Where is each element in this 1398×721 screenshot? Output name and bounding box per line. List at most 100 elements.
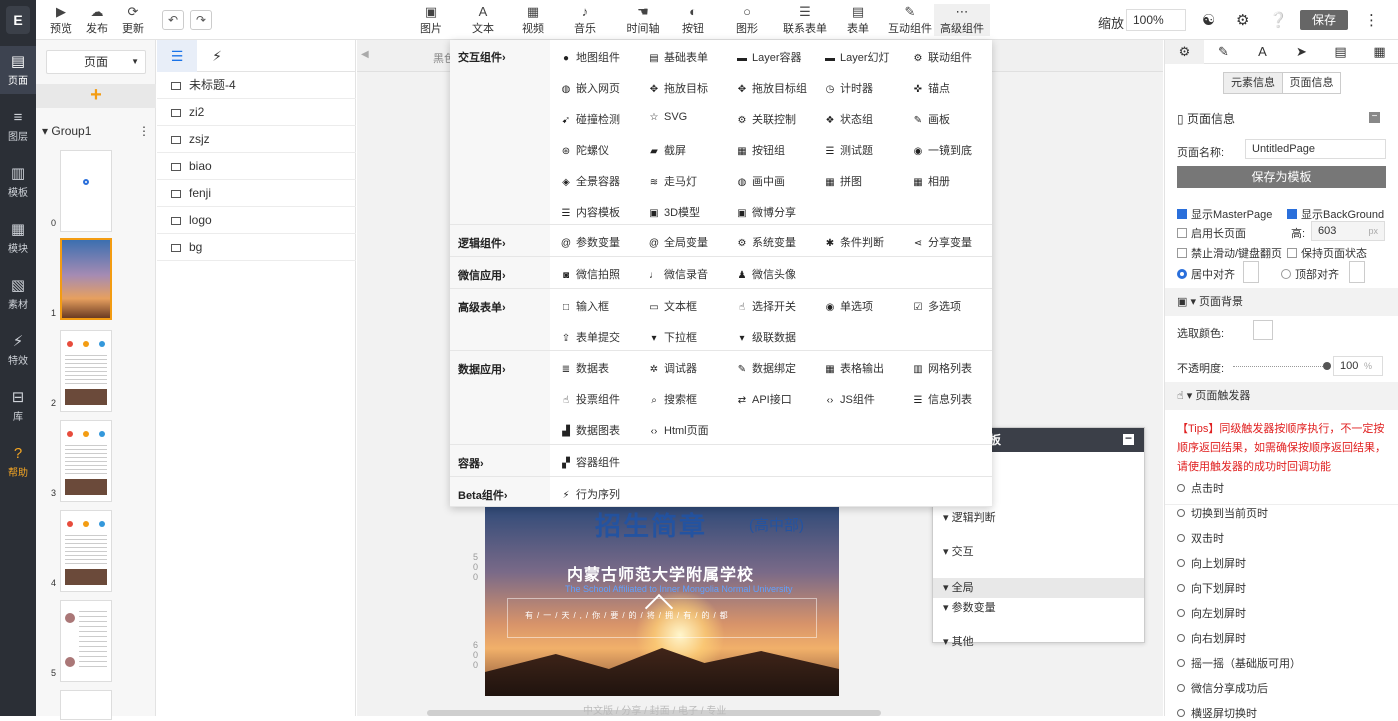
group-header[interactable]: ▾ Group1 ⋮ bbox=[42, 124, 150, 138]
properties-tab[interactable]: ➤ bbox=[1282, 40, 1321, 64]
trigger-group-row[interactable]: ▾ 其他 bbox=[933, 632, 1144, 652]
component-collision[interactable]: ➹ 碰撞检测 bbox=[560, 111, 620, 127]
component-upload[interactable]: ⇪ 表单提交 bbox=[560, 329, 620, 345]
component-radio[interactable]: ◉ 单选项 bbox=[824, 298, 873, 314]
component-marquee[interactable]: ≋ 走马灯 bbox=[648, 173, 697, 189]
page-background-section[interactable]: ▣ ▾ 页面背景 bbox=[1165, 288, 1398, 316]
page-thumbnail[interactable] bbox=[60, 420, 112, 502]
layer-item[interactable]: bg bbox=[157, 234, 356, 261]
trigger-event-item[interactable]: 切换到当前页时 bbox=[1177, 505, 1268, 521]
dropdown-category[interactable]: 容器› bbox=[458, 455, 484, 471]
component-cube[interactable]: ▣ 3D模型 bbox=[648, 204, 700, 220]
tool-button[interactable]: ◐ 按钮 bbox=[678, 4, 708, 36]
component-move[interactable]: ✥ 拖放目标 bbox=[648, 80, 708, 96]
component-wrench[interactable]: ✎ 数据绑定 bbox=[736, 360, 796, 376]
component-asterisk[interactable]: ✱ 条件判断 bbox=[824, 234, 884, 250]
color-swatch[interactable] bbox=[1253, 320, 1273, 340]
component-list[interactable]: ☰ 内容模板 bbox=[560, 204, 620, 220]
tool-timeline[interactable]: ☚ 时间轴 bbox=[622, 4, 664, 36]
trigger-group-row[interactable]: ▾ 逻辑判断 bbox=[933, 508, 1144, 528]
component-columns[interactable]: ▥ 网格列表 bbox=[912, 360, 972, 376]
properties-tab[interactable]: ▦ bbox=[1360, 40, 1398, 64]
minimize-icon[interactable]: − bbox=[1123, 432, 1134, 445]
show-background-checkbox[interactable]: 显示BackGround bbox=[1287, 206, 1384, 222]
layer-item[interactable]: zi2 bbox=[157, 99, 356, 126]
trigger-event-item[interactable]: 双击时 bbox=[1177, 530, 1224, 546]
dropdown-category[interactable]: 高级表单› bbox=[458, 299, 506, 315]
component-camera[interactable]: ◙ 微信拍照 bbox=[560, 266, 620, 282]
component-map-pin[interactable]: ● 地图组件 bbox=[560, 49, 620, 65]
component-pip[interactable]: ◍ 画中画 bbox=[736, 173, 785, 189]
layer-item[interactable]: 未标题-4 bbox=[157, 72, 356, 99]
component-quiz[interactable]: ☰ 测试题 bbox=[824, 142, 873, 158]
dropdown-category[interactable]: 交互组件› bbox=[458, 49, 506, 65]
collapse-arrow-icon[interactable]: ◀ bbox=[361, 49, 369, 60]
zoom-input[interactable]: 100% bbox=[1126, 9, 1186, 31]
more-vertical-icon[interactable]: ⋮ bbox=[1364, 11, 1379, 29]
page-name-input[interactable]: UntitledPage bbox=[1245, 139, 1386, 159]
keep-state-checkbox[interactable]: 保持页面状态 bbox=[1287, 245, 1367, 261]
component-state[interactable]: ❖ 状态组 bbox=[824, 111, 873, 127]
bolt-tab-icon[interactable]: ⚡ bbox=[197, 40, 237, 72]
component-database[interactable]: ≣ 数据表 bbox=[560, 360, 609, 376]
component-globe[interactable]: ◍ 嵌入网页 bbox=[560, 80, 620, 96]
component-panorama[interactable]: ◈ 全景容器 bbox=[560, 173, 620, 189]
component-weibo[interactable]: ▣ 微博分享 bbox=[736, 204, 796, 220]
properties-tab[interactable]: ▤ bbox=[1321, 40, 1360, 64]
layer-item[interactable]: zsjz bbox=[157, 126, 356, 153]
users-icon[interactable]: ☯ bbox=[1202, 11, 1215, 29]
refresh-button[interactable]: ⟳ 更新 bbox=[118, 4, 148, 36]
rail-item-layers[interactable]: ≡ 图层 bbox=[0, 102, 36, 150]
component-brush[interactable]: ✎ 画板 bbox=[912, 111, 950, 127]
tool-text[interactable]: A 文本 bbox=[468, 4, 498, 36]
tool-music[interactable]: ♪ 音乐 bbox=[570, 4, 600, 36]
tool-picture[interactable]: ▣ 图片 bbox=[416, 4, 446, 36]
save-button[interactable]: 保存 bbox=[1300, 10, 1348, 30]
component-user[interactable]: ♟ 微信头像 bbox=[736, 266, 796, 282]
component-gear[interactable]: ⚙ 系统变量 bbox=[736, 234, 796, 250]
component-table[interactable]: ▦ 表格输出 bbox=[824, 360, 884, 376]
properties-tab[interactable]: ✎ bbox=[1204, 40, 1243, 64]
trigger-event-item[interactable]: 微信分享成功后 bbox=[1177, 680, 1268, 696]
trigger-group-row[interactable]: ▾ 交互 bbox=[933, 542, 1144, 562]
component-grid[interactable]: ▦ 按钮组 bbox=[736, 142, 785, 158]
dropdown-category[interactable]: 微信应用› bbox=[458, 267, 506, 283]
add-page-button[interactable]: + bbox=[36, 84, 156, 108]
segment-element-info[interactable]: 元素信息 bbox=[1223, 72, 1283, 94]
tool-shape[interactable]: ○ 图形 bbox=[732, 4, 762, 36]
tool-video[interactable]: ▦ 视频 bbox=[518, 4, 548, 36]
trigger-group-row[interactable]: ▾ 参数变量 bbox=[933, 598, 1144, 618]
component-puzzle[interactable]: ▦ 拼图 bbox=[824, 173, 862, 189]
trigger-event-item[interactable]: 摇一摇（基础版可用） bbox=[1177, 655, 1301, 671]
layer-item[interactable]: logo bbox=[157, 207, 356, 234]
component-anchor[interactable]: ✜ 锚点 bbox=[912, 80, 950, 96]
layer-item[interactable]: biao bbox=[157, 153, 356, 180]
page-thumbnail[interactable] bbox=[60, 238, 112, 320]
height-input[interactable]: 603 px bbox=[1311, 221, 1385, 241]
component-list[interactable]: ☰ 信息列表 bbox=[912, 391, 972, 407]
component-slides[interactable]: ▬ Layer幻灯 bbox=[824, 49, 890, 65]
trigger-event-item[interactable]: 向左划屏时 bbox=[1177, 605, 1246, 621]
rail-item-image[interactable]: ▧ 素材 bbox=[0, 270, 36, 318]
page-thumbnail[interactable] bbox=[60, 510, 112, 592]
layers-stack-icon[interactable]: ☰ bbox=[157, 40, 197, 72]
align-top-radio[interactable]: 顶部对齐 bbox=[1281, 266, 1339, 282]
rail-item-help[interactable]: ? 帮助 bbox=[0, 438, 36, 486]
opacity-slider-knob[interactable] bbox=[1323, 362, 1331, 370]
opacity-input[interactable]: 100% bbox=[1333, 356, 1383, 376]
trigger-event-item[interactable]: 向上划屏时 bbox=[1177, 555, 1246, 571]
group-menu-icon[interactable]: ⋮ bbox=[138, 124, 150, 138]
properties-tab[interactable]: A bbox=[1243, 40, 1282, 64]
component-bug[interactable]: ✲ 调试器 bbox=[648, 360, 697, 376]
component-at[interactable]: @ 全局变量 bbox=[648, 234, 708, 250]
tool-interactive[interactable]: ✎ 互动组件 bbox=[882, 4, 938, 36]
component-move-group[interactable]: ✥ 拖放目标组 bbox=[736, 80, 807, 96]
component-container[interactable]: ▞ 容器组件 bbox=[560, 454, 620, 470]
dropdown-category[interactable]: 数据应用› bbox=[458, 361, 506, 377]
trigger-group-row[interactable]: ▾ 全局 bbox=[933, 578, 1144, 598]
component-search[interactable]: ⌕ 搜索框 bbox=[648, 391, 697, 407]
component-gears[interactable]: ⚙ 联动组件 bbox=[912, 49, 972, 65]
component-hand[interactable]: ☝ 选择开关 bbox=[736, 298, 796, 314]
component-bolt[interactable]: ⚡ 行为序列 bbox=[560, 486, 620, 502]
settings-gear-icon[interactable]: ⚙ bbox=[1236, 11, 1249, 29]
